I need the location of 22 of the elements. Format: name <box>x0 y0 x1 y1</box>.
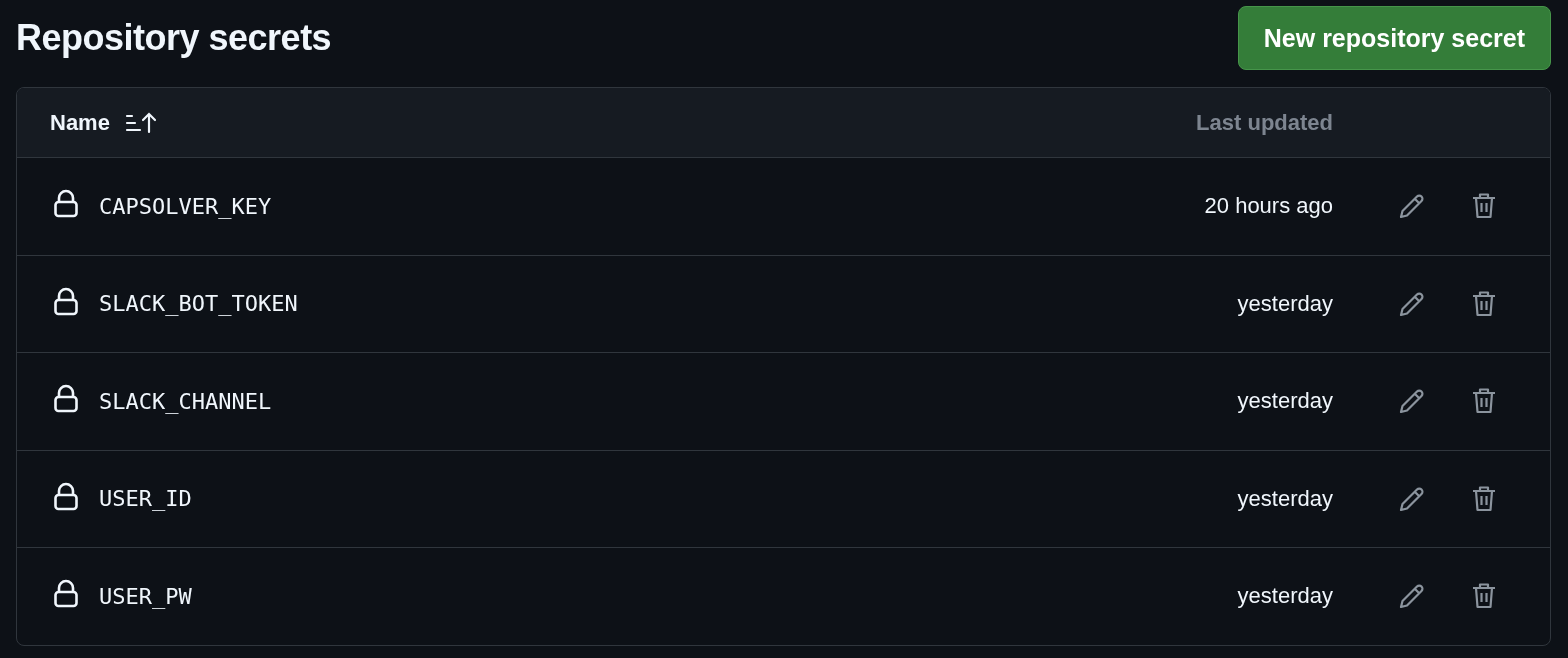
column-header: Last updated <box>1196 109 1333 136</box>
page-title: Repository secrets <box>16 17 332 59</box>
sort-icon <box>123 110 158 135</box>
last-updated: yesterday <box>1237 485 1333 512</box>
trash-icon[interactable] <box>1471 483 1497 514</box>
lock-icon <box>53 579 79 610</box>
lock-icon <box>53 286 79 317</box>
secret-name: SLACK_CHANNEL <box>99 388 272 414</box>
name-column-sort[interactable]: Name <box>50 109 158 136</box>
secret-name: USER_PW <box>99 583 192 609</box>
secret-name: CAPSOLVER_KEY <box>99 193 272 219</box>
last-updated: yesterday <box>1237 388 1333 415</box>
lock-icon <box>53 384 79 415</box>
trash-icon[interactable] <box>1471 288 1497 319</box>
last-updated: yesterday <box>1237 583 1333 610</box>
new-secret-button[interactable]: New repository secret <box>1237 6 1551 70</box>
lock-icon <box>53 189 79 220</box>
secret-name: SLACK_BOT_TOKEN <box>99 291 298 317</box>
last-updated: yesterday <box>1237 290 1333 317</box>
last-updated: 20 hours ago <box>1204 193 1333 220</box>
lock-icon <box>53 481 79 512</box>
secret-name: USER_ID <box>99 486 192 512</box>
